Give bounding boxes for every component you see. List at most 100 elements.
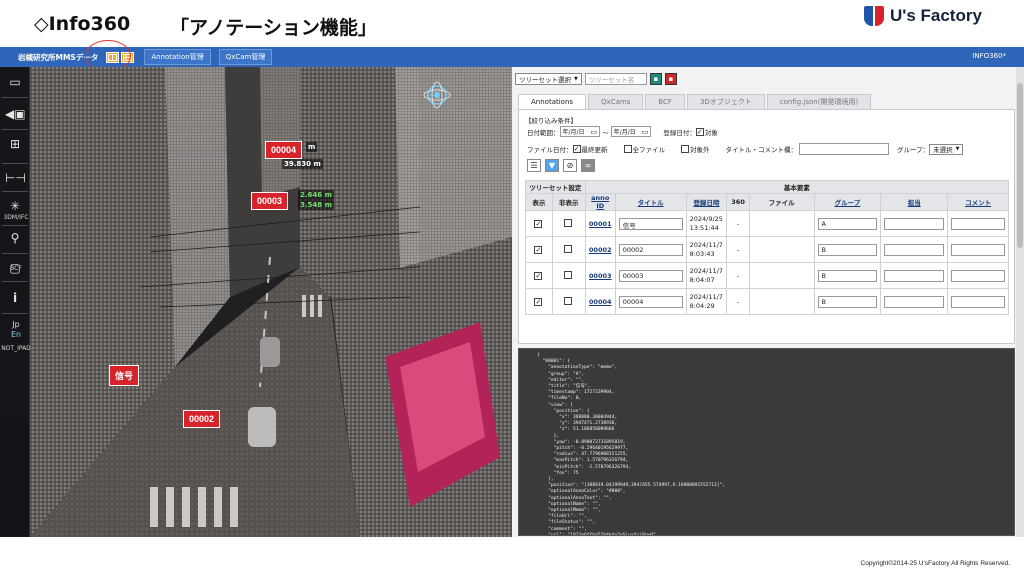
settings-sliders-icon[interactable]: ☰ bbox=[527, 159, 541, 172]
comment-cell[interactable] bbox=[947, 210, 1009, 237]
anno-id-link[interactable]: 00003 bbox=[584, 262, 616, 289]
clear-filter-icon[interactable]: ⊘ bbox=[563, 159, 577, 172]
tab-qxcams[interactable]: QxCams bbox=[588, 94, 644, 109]
treeset-name-input[interactable]: ツリーセット名 bbox=[584, 73, 647, 85]
anno-id-link[interactable]: 00001 bbox=[584, 210, 616, 237]
filter-icon[interactable]: ▼ bbox=[545, 159, 559, 172]
group-input[interactable]: A bbox=[817, 217, 878, 230]
annotation-pin-00004[interactable]: 00004 bbox=[265, 141, 303, 159]
location-pin-icon[interactable]: ⚲ bbox=[5, 229, 25, 247]
title-input[interactable]: 00003 bbox=[618, 269, 683, 282]
hide-checkbox-cell[interactable] bbox=[551, 288, 586, 315]
annotation-manage-button[interactable]: Annotation管理 bbox=[144, 49, 211, 65]
comment-cell[interactable] bbox=[947, 288, 1009, 315]
group-input[interactable]: B bbox=[817, 269, 878, 282]
col-360: 360 bbox=[726, 193, 750, 211]
title-cell[interactable]: 00003 bbox=[614, 262, 687, 289]
scroll-thumb[interactable] bbox=[1017, 83, 1023, 248]
date-to-input[interactable]: 年/月/日 ▭ bbox=[610, 126, 652, 137]
tab-bcf[interactable]: BCF bbox=[645, 94, 685, 109]
lang-jp-label[interactable]: Jp bbox=[1, 320, 31, 329]
all-files-checkbox[interactable] bbox=[623, 145, 632, 153]
title-input[interactable]: 00004 bbox=[618, 295, 683, 308]
title-comment-input[interactable] bbox=[799, 143, 889, 155]
assignee-cell[interactable] bbox=[880, 288, 949, 315]
title-input[interactable]: 00002 bbox=[618, 243, 683, 256]
annotation-pin-00003[interactable]: 00003 bbox=[251, 192, 289, 210]
assignee-cell[interactable] bbox=[880, 236, 949, 263]
group-select[interactable]: 未選択 ▼ bbox=[929, 143, 964, 155]
anno-id-link[interactable]: 00004 bbox=[584, 288, 616, 315]
assignee-cell[interactable] bbox=[880, 210, 949, 237]
treeset-select[interactable]: ツリーセット選択 ▼ bbox=[515, 73, 582, 85]
col-anno-id[interactable]: anno ID bbox=[584, 193, 616, 211]
tab-annotations[interactable]: Annotations bbox=[518, 94, 587, 109]
assignee-input[interactable] bbox=[884, 217, 945, 230]
comment-cell[interactable] bbox=[947, 236, 1009, 263]
show-checkbox-cell[interactable]: ✓ bbox=[525, 262, 553, 289]
group-label: グループ： bbox=[897, 146, 930, 154]
col-group[interactable]: グループ bbox=[813, 193, 882, 211]
assignee-cell[interactable] bbox=[880, 262, 949, 289]
shield-logo-icon bbox=[864, 6, 884, 26]
comment-input[interactable] bbox=[951, 269, 1005, 282]
group-input[interactable]: B bbox=[817, 243, 878, 256]
info-icon[interactable]: i bbox=[5, 289, 25, 307]
link-icon[interactable]: ∞ bbox=[581, 159, 595, 172]
walk-mode-icon[interactable]: ◀▣ bbox=[5, 105, 26, 123]
brand-name: U's Factory bbox=[890, 6, 982, 25]
assignee-input[interactable] bbox=[884, 243, 945, 256]
file-cell bbox=[748, 288, 815, 315]
measure-ruler-icon[interactable]: ⊢⊣ bbox=[5, 169, 26, 187]
title-cell[interactable]: 信号 bbox=[614, 210, 687, 237]
brand-logo: U's Factory bbox=[864, 6, 982, 26]
group-cell[interactable]: B bbox=[813, 288, 882, 315]
comment-input[interactable] bbox=[951, 243, 1005, 256]
screen-capture-icon[interactable]: ▭ bbox=[5, 73, 25, 91]
col-reg-date[interactable]: 登録日時 bbox=[685, 193, 728, 211]
comment-input[interactable] bbox=[951, 217, 1005, 230]
comment-input[interactable] bbox=[951, 295, 1005, 308]
group-cell[interactable]: A bbox=[813, 210, 882, 237]
qxcam-manage-button[interactable]: QxCam管理 bbox=[218, 49, 273, 65]
hide-checkbox-cell[interactable] bbox=[551, 236, 586, 263]
tree-structure-icon[interactable]: ⊞ bbox=[5, 135, 25, 153]
comment-cell[interactable] bbox=[947, 262, 1009, 289]
title-cell[interactable]: 00004 bbox=[614, 288, 687, 315]
show-checkbox-cell[interactable]: ✓ bbox=[525, 288, 553, 315]
lang-en-label[interactable]: En bbox=[1, 330, 31, 339]
assignee-input[interactable] bbox=[884, 295, 945, 308]
date-from-value: 年/月/日 bbox=[562, 129, 585, 136]
latest-checkbox[interactable]: ✓ bbox=[572, 145, 581, 153]
reg-date: 2024/9/25 bbox=[689, 214, 723, 223]
annotation-pin-00001[interactable]: 信号 bbox=[109, 365, 140, 386]
reg-time: 8:04:07 bbox=[689, 275, 715, 284]
reg-date-target-checkbox[interactable]: ✓ bbox=[695, 127, 704, 136]
anno-id-link[interactable]: 00002 bbox=[584, 236, 616, 263]
assignee-input[interactable] bbox=[884, 269, 945, 282]
panel-vertical-scrollbar[interactable] bbox=[1016, 67, 1024, 537]
col-title[interactable]: タイトル bbox=[614, 193, 687, 211]
show-checkbox-cell[interactable]: ✓ bbox=[525, 236, 553, 263]
navigation-gizmo-icon[interactable] bbox=[422, 80, 452, 110]
tab-3d-objects[interactable]: 3Dオブジェクト bbox=[686, 94, 765, 109]
tab-config-json[interactable]: config.json(開発環境用) bbox=[766, 94, 872, 109]
hide-checkbox-cell[interactable] bbox=[551, 210, 586, 237]
show-checkbox-cell[interactable]: ✓ bbox=[525, 210, 553, 237]
group-cell[interactable]: B bbox=[813, 262, 882, 289]
slide-title: ◇Info360 bbox=[34, 13, 131, 35]
group-input[interactable]: B bbox=[817, 295, 878, 308]
delete-icon[interactable]: ▪ bbox=[664, 73, 677, 85]
pointcloud-viewer[interactable]: 00004 m 39.830 m 00003 2.646 m 3.548 m 信… bbox=[0, 67, 512, 537]
excluded-checkbox[interactable] bbox=[681, 145, 689, 153]
3dm-ifc-icon[interactable]: ✳ bbox=[5, 197, 25, 215]
annotation-pin-00002[interactable]: 00002 bbox=[183, 410, 221, 428]
title-cell[interactable]: 00002 bbox=[614, 236, 687, 263]
save-icon[interactable]: ▪ bbox=[649, 73, 662, 85]
group-cell[interactable]: B bbox=[813, 236, 882, 263]
col-assignee[interactable]: 担当 bbox=[880, 193, 949, 211]
title-input[interactable]: 信号 bbox=[618, 217, 683, 230]
date-from-input[interactable]: 年/月/日 ▭ bbox=[559, 126, 601, 137]
col-comment[interactable]: コメント bbox=[947, 193, 1009, 211]
hide-checkbox-cell[interactable] bbox=[551, 262, 586, 289]
